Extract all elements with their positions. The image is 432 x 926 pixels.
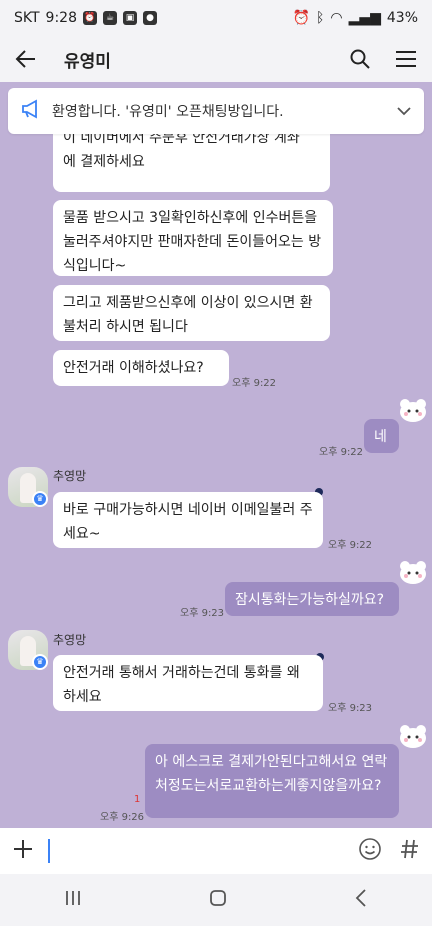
- signal-icon: ▂▄▆: [348, 10, 381, 26]
- coffee-icon: ☕: [103, 11, 117, 25]
- search-icon[interactable]: [348, 47, 372, 71]
- sender-name: 추영망: [53, 469, 87, 483]
- message-bubble[interactable]: 바로 구매가능하시면 네이버 이메일불러 주세요~: [53, 492, 323, 548]
- message-text: 네: [374, 429, 387, 445]
- message-text: 안전거래 통해서 거래하는건데 통화를 왜 하세요: [63, 665, 300, 705]
- emoji-icon[interactable]: [358, 837, 382, 865]
- message-bubble-own[interactable]: 네: [364, 419, 399, 453]
- chat-title: 유영미: [64, 51, 111, 72]
- crown-badge-icon: ♛: [32, 654, 48, 670]
- header-actions: [348, 47, 418, 71]
- alarm-icon: ⏰: [83, 11, 97, 25]
- hash-icon[interactable]: [400, 838, 420, 864]
- message-input-bar: [0, 828, 432, 874]
- gallery-icon: ▣: [123, 11, 137, 25]
- alarm-status-icon: ⏰: [292, 10, 310, 26]
- carrier-label: SKT: [14, 10, 40, 26]
- wifi-icon: ◠: [330, 10, 343, 26]
- message-bubble[interactable]: 그리고 제품받으신후에 이상이 있으시면 환불처리 하시면 됩니다: [53, 285, 330, 341]
- message-text: 바로 구매가능하시면 네이버 이메일불러 주세요~: [63, 502, 313, 542]
- plus-icon[interactable]: [12, 838, 34, 864]
- message-time: 오후 9:22: [319, 447, 364, 458]
- message-time: 오후 9:22: [232, 378, 277, 389]
- message-time: 오후 9:23: [328, 703, 373, 714]
- home-icon[interactable]: [208, 888, 228, 912]
- message-input[interactable]: [48, 839, 50, 863]
- unread-count: 1: [134, 794, 141, 805]
- sender-name: 추영망: [53, 633, 87, 647]
- bear-sticker-icon: [398, 560, 428, 584]
- recent-apps-icon[interactable]: [63, 889, 83, 911]
- megaphone-icon: [20, 99, 42, 123]
- message-bubble[interactable]: 안전거래 통해서 거래하는건데 통화를 왜 하세요: [53, 655, 323, 711]
- battery-percent: 43%: [386, 10, 418, 26]
- menu-icon[interactable]: [394, 47, 418, 71]
- back-arrow-icon[interactable]: [14, 47, 38, 71]
- status-bar: SKT 9:28 ⏰ ☕ ▣ ● ⏰ ᛒ ◠ ▂▄▆ 43%: [0, 0, 432, 36]
- status-left: SKT 9:28 ⏰ ☕ ▣ ●: [14, 10, 157, 26]
- message-time: 오후 9:22: [328, 540, 373, 551]
- message-time: 오후 9:23: [180, 608, 225, 619]
- notice-banner[interactable]: 환영합니다. '유영미' 오픈채팅방입니다.: [8, 88, 424, 134]
- app-bar: 유영미: [0, 36, 432, 82]
- crown-badge-icon: ♛: [32, 491, 48, 507]
- back-icon[interactable]: [353, 888, 369, 912]
- chat-icon: ●: [143, 11, 157, 25]
- system-nav-bar: [0, 874, 432, 926]
- message-bubble[interactable]: 안전거래 이해하셨나요?: [53, 350, 229, 386]
- notice-text: 환영합니다. '유영미' 오픈채팅방입니다.: [52, 104, 284, 120]
- message-text: 안전거래 이해하셨나요?: [63, 360, 204, 376]
- message-text: 그리고 제품받으신후에 이상이 있으시면 환불처리 하시면 됩니다: [63, 295, 313, 335]
- chevron-down-icon[interactable]: [396, 102, 412, 121]
- message-bubble-own[interactable]: 아 에스크로 결제가안된다고해서요 연락처정도는서로교환하는게좋지않을까요?: [145, 744, 399, 818]
- message-text: 물품 받으시고 3일확인하신후에 인수버튼을 눌러주셔야지만 판매자한데 돈이들…: [63, 210, 322, 274]
- message-bubble[interactable]: 물품 받으시고 3일확인하신후에 인수버튼을 눌러주셔야지만 판매자한데 돈이들…: [53, 200, 333, 276]
- clock: 9:28: [45, 10, 77, 26]
- message-text: 아 에스크로 결제가안된다고해서요 연락처정도는서로교환하는게좋지않을까요?: [155, 754, 388, 794]
- chat-area[interactable]: 이 네이버에서 주문후 안전거래가상 계좌 에 결제하세요 물품 받으시고 3일…: [0, 82, 432, 828]
- message-bubble-own[interactable]: 잠시통화는가능하실까요?: [225, 582, 399, 616]
- input-actions: [358, 837, 420, 865]
- message-text: 에 결제하세요: [63, 154, 145, 170]
- message-time: 오후 9:26: [100, 812, 145, 823]
- bear-sticker-icon: [398, 398, 428, 422]
- message-text: 잠시통화는가능하실까요?: [235, 592, 385, 608]
- bluetooth-icon: ᛒ: [315, 10, 325, 26]
- status-right: ⏰ ᛒ ◠ ▂▄▆ 43%: [293, 10, 419, 26]
- bear-sticker-icon: [398, 724, 428, 748]
